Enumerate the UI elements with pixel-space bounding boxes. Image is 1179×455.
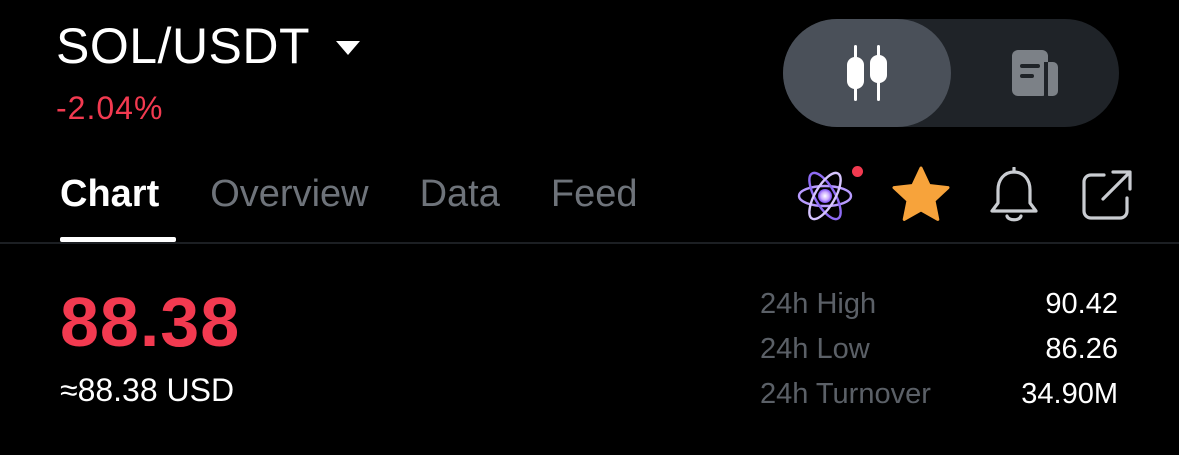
- tab-divider: [0, 242, 1179, 244]
- price-alert-button[interactable]: [986, 166, 1042, 226]
- candlestick-icon: [847, 45, 887, 101]
- notification-dot: [852, 166, 863, 177]
- atom-icon: [797, 171, 853, 221]
- stat-row-low: 24h Low 86.26: [760, 327, 1118, 372]
- market-detail-header: SOL/USDT -2.04% Chart Overview Data Feed…: [0, 0, 1179, 455]
- stat-value: 86.26: [1045, 333, 1118, 365]
- tab-data[interactable]: Data: [420, 168, 500, 220]
- tab-overview[interactable]: Overview: [210, 168, 368, 220]
- stats-panel: 24h High 90.42 24h Low 86.26 24h Turnove…: [760, 282, 1118, 417]
- last-price: 88.38: [60, 283, 241, 361]
- bell-icon: [990, 167, 1038, 222]
- stat-value: 34.90M: [1021, 378, 1118, 410]
- stat-value: 90.42: [1045, 288, 1118, 320]
- change-percent: -2.04%: [56, 90, 164, 126]
- caret-down-icon: [336, 41, 361, 55]
- info-view-button[interactable]: [951, 19, 1119, 127]
- stat-row-turnover: 24h Turnover 34.90M: [760, 372, 1118, 417]
- stat-row-high: 24h High 90.42: [760, 282, 1118, 327]
- pair-selector[interactable]: SOL/USDT: [56, 14, 361, 78]
- star-icon: [892, 166, 950, 221]
- share-icon: [1082, 170, 1132, 220]
- usd-equivalent: ≈88.38 USD: [60, 372, 235, 408]
- tab-chart[interactable]: Chart: [60, 168, 159, 220]
- tab-bar: Chart Overview Data Feed: [60, 168, 689, 220]
- pair-title: SOL/USDT: [56, 18, 311, 74]
- stat-label: 24h Turnover: [760, 378, 931, 410]
- stat-label: 24h High: [760, 288, 877, 320]
- ai-assistant-button[interactable]: [795, 166, 855, 226]
- share-button[interactable]: [1080, 168, 1134, 222]
- tab-feed[interactable]: Feed: [551, 168, 638, 220]
- stat-label: 24h Low: [760, 333, 870, 365]
- chart-view-button[interactable]: [783, 19, 951, 127]
- favorite-button[interactable]: [889, 164, 953, 226]
- document-icon: [1012, 50, 1058, 96]
- view-toggle: [783, 19, 1119, 127]
